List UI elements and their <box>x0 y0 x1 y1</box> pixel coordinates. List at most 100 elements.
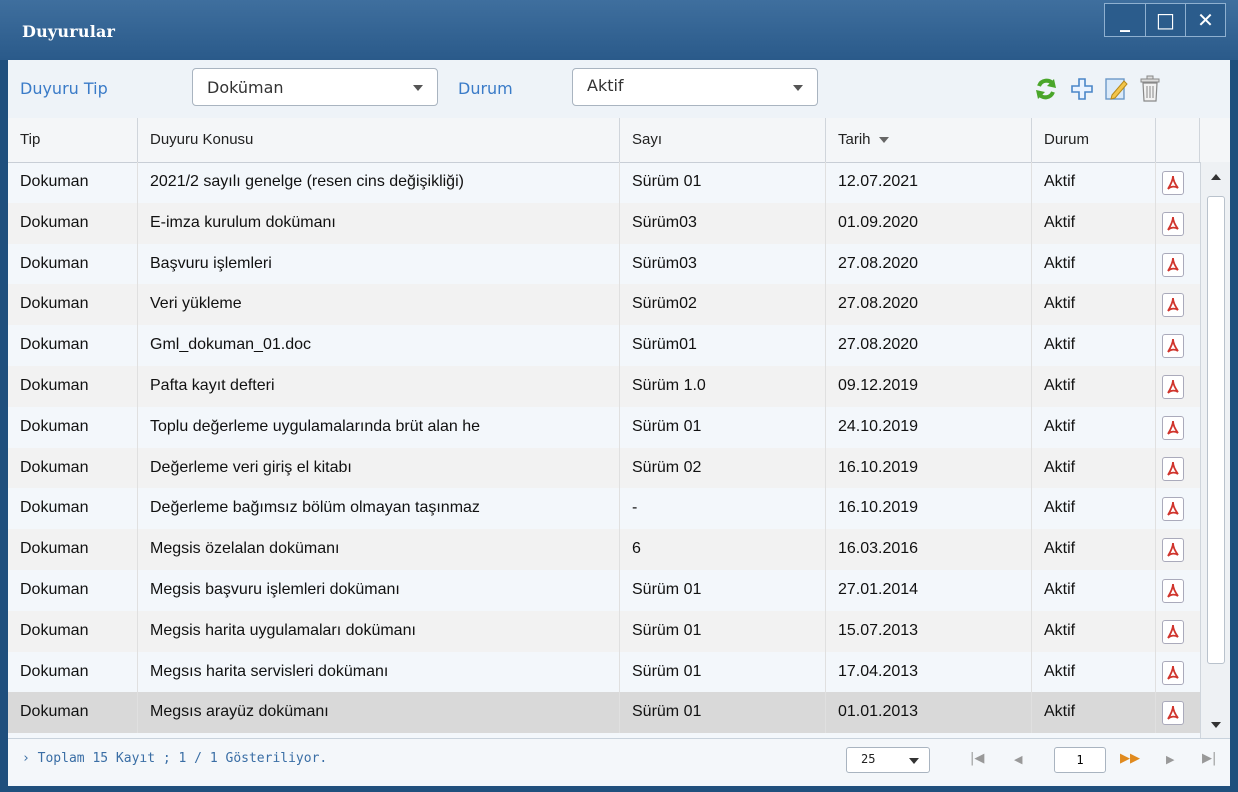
sort-desc-icon <box>878 137 889 144</box>
page-size-select[interactable]: 25 <box>846 747 930 773</box>
table-row[interactable]: Dokuman Megsis özelalan dokümanı 6 16.03.20… <box>8 529 1200 570</box>
pdf-icon[interactable] <box>1162 538 1184 563</box>
table-row[interactable]: Dokuman Veri yükleme Sürüm02 27.08.2020 Akti… <box>8 284 1200 326</box>
cell-status: Aktif <box>1032 651 1156 693</box>
page-number-input[interactable]: 1 <box>1054 747 1106 773</box>
table-row[interactable]: Dokuman Başvuru işlemleri Sürüm03 27.08.202… <box>8 243 1200 285</box>
window-body: Duyuru Tip Doküman Durum Aktif Tip Duyur… <box>8 60 1230 786</box>
cell-type: Dokuman <box>8 529 138 570</box>
cell-type: Dokuman <box>8 570 138 611</box>
last-page-icon[interactable]: ▶| <box>1202 751 1216 766</box>
close-button[interactable]: ✕ <box>1185 4 1225 36</box>
pdf-icon[interactable] <box>1162 415 1184 440</box>
cell-date: 17.04.2013 <box>826 651 1032 693</box>
pdf-icon[interactable] <box>1162 252 1184 277</box>
vertical-scrollbar[interactable] <box>1200 162 1230 738</box>
cell-date: 01.01.2013 <box>826 692 1032 734</box>
table-row[interactable]: Dokuman E-imza kurulum dokümanı Sürüm03 01.… <box>8 202 1200 244</box>
pdf-icon[interactable] <box>1162 660 1184 685</box>
table-row[interactable]: Dokuman Megsıs arayüz dokümanı Sürüm 01 01.… <box>8 692 1200 734</box>
record-summary: › Toplam 15 Kayıt ; 1 / 1 Gösteriliyor. <box>22 751 328 766</box>
cell-number: Sürüm03 <box>620 243 826 285</box>
table-row[interactable]: Dokuman 2021/2 sayılı genelge (resen cins… <box>8 162 1200 203</box>
next-icon[interactable]: ▶ <box>1166 753 1174 766</box>
cell-date: 16.03.2016 <box>826 529 1032 570</box>
edit-icon[interactable] <box>1102 74 1130 104</box>
cell-date: 16.10.2019 <box>826 488 1032 530</box>
next-page-icon[interactable]: ▶▶ <box>1120 751 1140 766</box>
cell-subject: Megsis başvuru işlemleri dokümanı <box>138 570 620 611</box>
pdf-icon[interactable] <box>1162 334 1184 359</box>
cell-number: Sürüm 1.0 <box>620 366 826 407</box>
table-row[interactable]: Dokuman Megsıs harita servisleri dokümanı… <box>8 651 1200 693</box>
cell-number: Sürüm 01 <box>620 162 826 203</box>
cell-subject: Toplu değerleme uygulamalarında brüt ala… <box>138 406 620 448</box>
table-row[interactable]: Dokuman Megsis harita uygulamaları doküma… <box>8 610 1200 652</box>
pdf-icon[interactable] <box>1162 293 1184 318</box>
pdf-icon[interactable] <box>1162 701 1184 726</box>
grid-header: Tip Duyuru Konusu Sayı Tarih Durum <box>8 118 1230 163</box>
column-header-status[interactable]: Durum <box>1032 118 1156 162</box>
cell-subject: Değerleme veri giriş el kitabı <box>138 447 620 489</box>
cell-subject: Gml_dokuman_01.doc <box>138 325 620 366</box>
status-filter-value: Aktif <box>587 76 624 95</box>
cell-status: Aktif <box>1032 529 1156 570</box>
first-page-icon[interactable]: |◀ <box>970 751 984 766</box>
pdf-icon[interactable] <box>1162 375 1184 399</box>
column-header-number[interactable]: Sayı <box>620 118 826 162</box>
chevron-down-icon <box>793 85 803 91</box>
refresh-icon[interactable] <box>1032 74 1060 104</box>
pdf-icon[interactable] <box>1162 497 1184 522</box>
cell-subject: Veri yükleme <box>138 284 620 326</box>
scroll-up-icon[interactable] <box>1211 174 1221 180</box>
column-header-subject[interactable]: Duyuru Konusu <box>138 118 620 162</box>
cell-type: Dokuman <box>8 366 138 407</box>
table-row[interactable]: Dokuman Toplu değerleme uygulamalarında b… <box>8 406 1200 448</box>
cell-date: 27.08.2020 <box>826 325 1032 366</box>
maximize-button[interactable]: □ <box>1145 4 1185 36</box>
cell-number: Sürüm02 <box>620 284 826 326</box>
cell-subject: Megsıs harita servisleri dokümanı <box>138 651 620 693</box>
pdf-icon[interactable] <box>1162 456 1184 481</box>
pdf-icon[interactable] <box>1162 579 1184 603</box>
pdf-icon[interactable] <box>1162 619 1184 644</box>
cell-subject: Megsıs arayüz dokümanı <box>138 692 620 734</box>
cell-number: Sürüm 02 <box>620 447 826 489</box>
cell-status: Aktif <box>1032 284 1156 326</box>
minimize-button[interactable]: _ <box>1105 4 1145 36</box>
cell-type: Dokuman <box>8 447 138 489</box>
cell-status: Aktif <box>1032 202 1156 244</box>
prev-page-icon[interactable]: ◀ <box>1014 753 1022 766</box>
cell-subject: Pafta kayıt defteri <box>138 366 620 407</box>
announcements-window: Duyurular _ □ ✕ Duyuru Tip Doküman Durum… <box>0 0 1238 792</box>
cell-status: Aktif <box>1032 366 1156 407</box>
filter-toolbar: Duyuru Tip Doküman Durum Aktif <box>8 60 1230 119</box>
table-row[interactable]: Dokuman Değerleme veri giriş el kitabı Sür… <box>8 447 1200 489</box>
status-filter-select[interactable]: Aktif <box>572 68 818 106</box>
add-icon[interactable] <box>1068 74 1096 104</box>
table-row[interactable]: Dokuman Megsis başvuru işlemleri dokümanı… <box>8 570 1200 611</box>
cell-subject: Başvuru işlemleri <box>138 243 620 285</box>
cell-subject: 2021/2 sayılı genelge (resen cins değişi… <box>138 162 620 203</box>
cell-status: Aktif <box>1032 570 1156 611</box>
cell-number: Sürüm 01 <box>620 692 826 734</box>
scroll-thumb[interactable] <box>1207 196 1225 664</box>
column-header-date-label: Tarih <box>838 131 871 148</box>
cell-number: Sürüm01 <box>620 325 826 366</box>
column-header-type[interactable]: Tip <box>8 118 138 162</box>
type-filter-select[interactable]: Doküman <box>192 68 438 106</box>
cell-status: Aktif <box>1032 243 1156 285</box>
pdf-icon[interactable] <box>1162 211 1184 236</box>
column-header-date[interactable]: Tarih <box>826 118 1032 162</box>
table-row[interactable]: Dokuman Gml_dokuman_01.doc Sürüm01 27.08.20… <box>8 325 1200 366</box>
cell-type: Dokuman <box>8 651 138 693</box>
table-row[interactable]: Dokuman Değerleme bağımsız bölüm olmayan … <box>8 488 1200 530</box>
table-row[interactable]: Dokuman Pafta kayıt defteri Sürüm 1.0 09.12… <box>8 366 1200 407</box>
title-bar[interactable]: Duyurular _ □ ✕ <box>0 0 1238 60</box>
pdf-icon[interactable] <box>1162 171 1184 195</box>
delete-icon[interactable] <box>1136 74 1164 104</box>
cell-number: Sürüm 01 <box>620 610 826 652</box>
type-filter-value: Doküman <box>207 78 284 97</box>
cell-number: Sürüm03 <box>620 202 826 244</box>
scroll-down-icon[interactable] <box>1211 722 1221 728</box>
